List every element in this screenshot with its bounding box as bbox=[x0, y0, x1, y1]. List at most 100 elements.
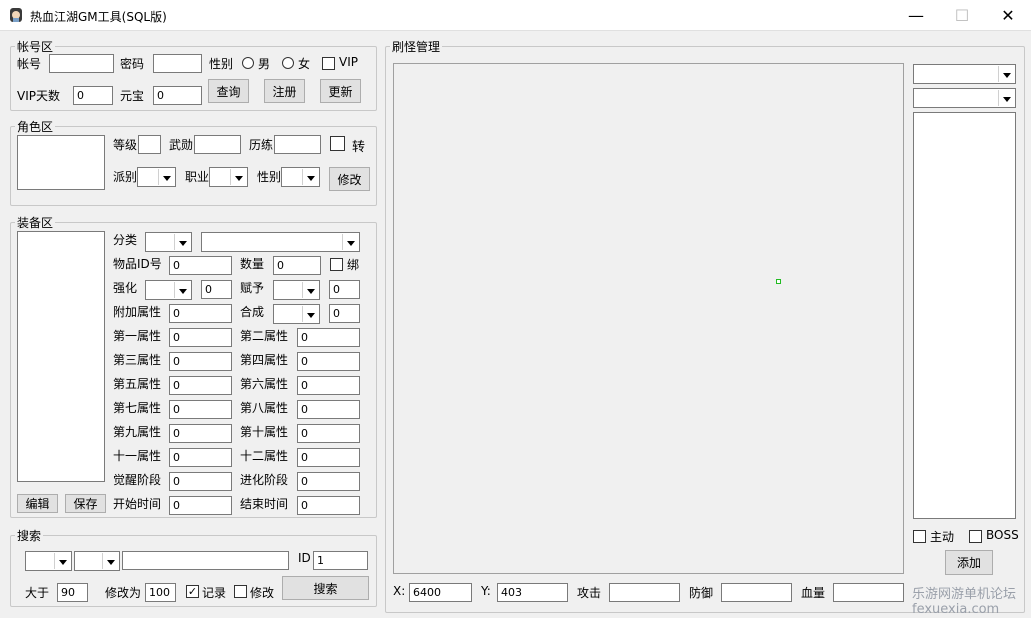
chevron-down-icon bbox=[174, 234, 190, 250]
boss-label: BOSS bbox=[986, 528, 1019, 542]
equip-group-title: 装备区 bbox=[15, 214, 56, 231]
fuyu-input[interactable]: 0 bbox=[329, 280, 360, 299]
attr-input[interactable]: 0 bbox=[297, 352, 360, 371]
equip-edit-button[interactable]: 编辑 bbox=[17, 494, 58, 513]
attr-label: 第五属性 bbox=[113, 377, 162, 391]
attr-input[interactable]: 0 bbox=[297, 328, 360, 347]
level-input[interactable] bbox=[138, 135, 161, 154]
query-button[interactable]: 查询 bbox=[208, 79, 249, 103]
maximize-icon: ☐ bbox=[954, 6, 970, 25]
fuyu-select[interactable] bbox=[273, 280, 320, 300]
job-select[interactable] bbox=[209, 167, 248, 187]
gender-female-radio[interactable] bbox=[282, 57, 294, 69]
search-id-input[interactable]: 1 bbox=[313, 551, 368, 570]
greater-input[interactable]: 90 bbox=[57, 583, 88, 602]
level-label: 等级 bbox=[113, 138, 138, 152]
attr-input[interactable]: 0 bbox=[297, 376, 360, 395]
extra-attr-label: 附加属性 bbox=[113, 305, 162, 319]
attr-input[interactable]: 0 bbox=[297, 472, 360, 491]
modify-to-input[interactable]: 100 bbox=[145, 583, 176, 602]
active-checkbox[interactable] bbox=[913, 530, 926, 543]
gender-male-label: 男 bbox=[258, 57, 271, 71]
faction-label: 派别 bbox=[113, 170, 138, 184]
role-gender-select[interactable] bbox=[281, 167, 320, 187]
search-input[interactable] bbox=[122, 551, 289, 570]
attr-input[interactable]: 0 bbox=[169, 328, 232, 347]
attr-input[interactable]: 0 bbox=[297, 448, 360, 467]
attr-label: 第十属性 bbox=[240, 425, 289, 439]
attr-input[interactable]: 0 bbox=[169, 352, 232, 371]
vip-days-input[interactable]: 0 bbox=[73, 86, 113, 105]
boss-checkbox[interactable] bbox=[969, 530, 982, 543]
attr-input[interactable]: 0 bbox=[169, 400, 232, 419]
map-canvas[interactable] bbox=[393, 63, 904, 574]
monster-type-select[interactable] bbox=[913, 64, 1016, 84]
quantity-input[interactable]: 0 bbox=[273, 256, 321, 275]
search-modify-checkbox[interactable] bbox=[234, 585, 247, 598]
equip-list[interactable] bbox=[17, 231, 105, 482]
bind-checkbox[interactable] bbox=[330, 258, 343, 271]
attr-input[interactable]: 0 bbox=[169, 448, 232, 467]
compose-select[interactable] bbox=[273, 304, 320, 324]
attr-input[interactable]: 0 bbox=[297, 424, 360, 443]
enhance-select[interactable] bbox=[145, 280, 192, 300]
lilian-input[interactable] bbox=[274, 135, 321, 154]
item-id-label: 物品ID号 bbox=[113, 257, 162, 271]
monster-list[interactable] bbox=[913, 112, 1016, 519]
record-checkbox[interactable]: ✓ bbox=[186, 585, 199, 598]
update-button[interactable]: 更新 bbox=[320, 79, 361, 103]
attr-input[interactable]: 0 bbox=[169, 496, 232, 515]
chevron-down-icon bbox=[54, 553, 70, 569]
yuanbao-input[interactable]: 0 bbox=[153, 86, 202, 105]
quantity-label: 数量 bbox=[240, 257, 265, 271]
position-marker bbox=[776, 279, 781, 284]
search-type-select[interactable] bbox=[25, 551, 72, 571]
hp-input[interactable] bbox=[833, 583, 904, 602]
equip-save-button[interactable]: 保存 bbox=[65, 494, 106, 513]
attr-input[interactable]: 0 bbox=[169, 376, 232, 395]
maximize-button[interactable]: ☐ bbox=[939, 0, 985, 31]
attr-label: 进化阶段 bbox=[240, 473, 289, 487]
account-input[interactable] bbox=[49, 54, 114, 73]
role-list[interactable] bbox=[17, 135, 105, 190]
wuxun-input[interactable] bbox=[194, 135, 241, 154]
enhance-input[interactable]: 0 bbox=[201, 280, 232, 299]
register-button[interactable]: 注册 bbox=[264, 79, 305, 103]
minimize-button[interactable]: — bbox=[893, 0, 939, 31]
item-select[interactable] bbox=[201, 232, 360, 252]
app-icon bbox=[10, 8, 22, 22]
hp-label: 血量 bbox=[801, 586, 826, 600]
search-field-select[interactable] bbox=[74, 551, 120, 571]
extra-attr-input[interactable]: 0 bbox=[169, 304, 232, 323]
search-button[interactable]: 搜索 bbox=[282, 576, 369, 600]
monster-select[interactable] bbox=[913, 88, 1016, 108]
role-modify-button[interactable]: 修改 bbox=[329, 167, 370, 191]
attack-input[interactable] bbox=[609, 583, 680, 602]
x-input[interactable]: 6400 bbox=[409, 583, 472, 602]
attr-input[interactable]: 0 bbox=[169, 472, 232, 491]
password-input[interactable] bbox=[153, 54, 202, 73]
compose-input[interactable]: 0 bbox=[329, 304, 360, 323]
faction-select[interactable] bbox=[137, 167, 176, 187]
close-button[interactable]: ✕ bbox=[985, 0, 1031, 31]
window-title: 热血江湖GM工具(SQL版) bbox=[30, 10, 167, 24]
defense-input[interactable] bbox=[721, 583, 792, 602]
attr-label: 十二属性 bbox=[240, 449, 289, 463]
record-label: 记录 bbox=[202, 586, 227, 600]
yuanbao-label: 元宝 bbox=[120, 89, 145, 103]
add-monster-button[interactable]: 添加 bbox=[945, 550, 993, 575]
chevron-down-icon bbox=[102, 553, 118, 569]
chevron-down-icon bbox=[998, 90, 1014, 106]
attr-input[interactable]: 0 bbox=[169, 424, 232, 443]
attr-input[interactable]: 0 bbox=[297, 400, 360, 419]
vip-checkbox[interactable] bbox=[322, 57, 335, 70]
item-id-input[interactable]: 0 bbox=[169, 256, 232, 275]
gender-male-radio[interactable] bbox=[242, 57, 254, 69]
attr-input[interactable]: 0 bbox=[297, 496, 360, 515]
attr-label: 第六属性 bbox=[240, 377, 289, 391]
attr-label: 第七属性 bbox=[113, 401, 162, 415]
role-gender-label: 性别 bbox=[257, 170, 282, 184]
zhuan-checkbox[interactable] bbox=[330, 136, 345, 151]
category-select[interactable] bbox=[145, 232, 192, 252]
y-input[interactable]: 403 bbox=[497, 583, 568, 602]
